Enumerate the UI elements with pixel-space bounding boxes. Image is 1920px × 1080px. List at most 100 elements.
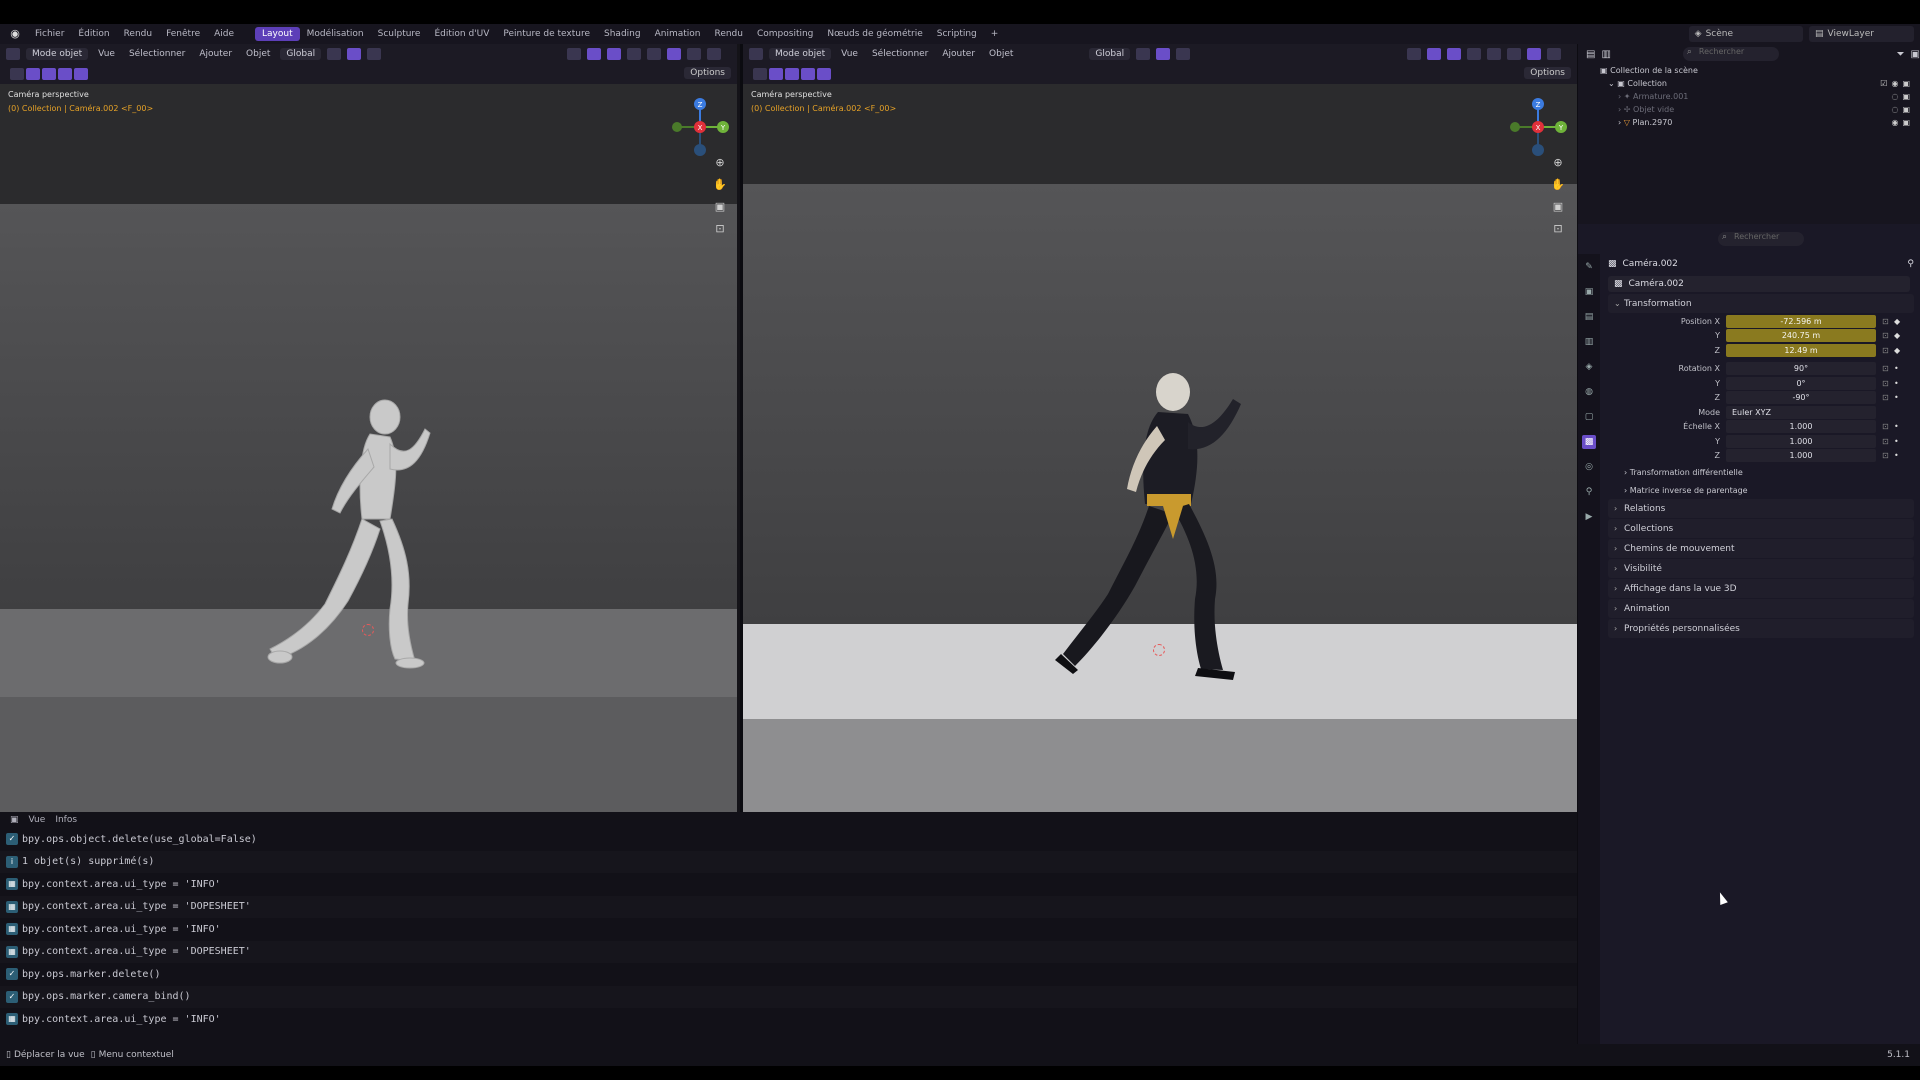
editor-type-icon[interactable] bbox=[6, 48, 20, 60]
outliner-item-armature[interactable]: › ✦ Armature.001 ◌ ▣ bbox=[1578, 90, 1920, 103]
log-line[interactable]: ▦ bpy.context.area.ui_type = 'INFO' bbox=[0, 873, 1577, 896]
pan-hand-icon[interactable]: ✋ bbox=[713, 178, 727, 192]
camera-icon[interactable]: ▣ bbox=[1902, 92, 1910, 101]
select-extend-icon[interactable] bbox=[785, 68, 799, 80]
position-x-field[interactable]: -72.596 m bbox=[1726, 314, 1876, 328]
navigation-gizmo[interactable]: Z Y X bbox=[665, 92, 735, 162]
lock-icon[interactable]: ⊡ bbox=[1882, 346, 1892, 355]
info-menu-view[interactable]: Vue bbox=[29, 815, 46, 825]
visibility-icon[interactable] bbox=[1407, 48, 1421, 60]
outliner-collection[interactable]: ⌄ ▣ Collection ☑ ◉ ▣ bbox=[1578, 77, 1920, 90]
menu-add[interactable]: Ajouter bbox=[938, 49, 979, 59]
workspace-tab-sculpting[interactable]: Sculpture bbox=[371, 27, 428, 41]
keyframe-icon[interactable]: ◆ bbox=[1894, 317, 1904, 326]
menu-view[interactable]: Vue bbox=[837, 49, 862, 59]
overlay-toggle-icon[interactable] bbox=[1447, 48, 1461, 60]
menu-file[interactable]: Fichier bbox=[28, 29, 71, 39]
lock-icon[interactable]: ⊡ bbox=[1882, 437, 1892, 446]
collection-tab-icon[interactable]: ▢ bbox=[1582, 410, 1596, 424]
log-line[interactable]: ✓ bpy.ops.marker.delete() bbox=[0, 963, 1577, 986]
scene-tab-icon[interactable]: ◈ bbox=[1582, 360, 1596, 374]
menu-select[interactable]: Sélectionner bbox=[868, 49, 932, 59]
keyframe-dot-icon[interactable]: • bbox=[1894, 422, 1904, 431]
panel-relations[interactable]: › Relations bbox=[1608, 499, 1914, 518]
outliner-item-empty[interactable]: › ✢ Objet vide ◌ ▣ bbox=[1578, 103, 1920, 116]
select-new-icon[interactable] bbox=[26, 68, 40, 80]
output-tab-icon[interactable]: ▤ bbox=[1582, 310, 1596, 324]
editor-type-icon[interactable]: ▣ bbox=[10, 815, 19, 825]
tool-tab-icon[interactable]: ✎ bbox=[1582, 260, 1596, 274]
orientation-dropdown[interactable]: Global bbox=[280, 48, 322, 60]
menu-help[interactable]: Aide bbox=[207, 29, 241, 39]
orientation-dropdown[interactable]: Global bbox=[1089, 48, 1131, 60]
workspace-tab-layout[interactable]: Layout bbox=[255, 27, 300, 41]
keyframe-icon[interactable]: ◆ bbox=[1894, 346, 1904, 355]
select-new-icon[interactable] bbox=[769, 68, 783, 80]
rotation-y-field[interactable]: 0° bbox=[1726, 376, 1876, 390]
panel-transformation[interactable]: ⌄ Transformation bbox=[1608, 294, 1914, 313]
scene-selector[interactable]: ◈ Scène bbox=[1688, 26, 1804, 42]
scale-x-field[interactable]: 1.000 bbox=[1726, 420, 1876, 434]
workspace-tab-texture-paint[interactable]: Peinture de texture bbox=[496, 27, 597, 41]
shading-render-icon[interactable] bbox=[707, 48, 721, 60]
select-extend-icon[interactable] bbox=[42, 68, 56, 80]
zoom-icon[interactable]: ⊕ bbox=[713, 156, 727, 170]
shading-wire-icon[interactable] bbox=[1487, 48, 1501, 60]
menu-object[interactable]: Objet bbox=[242, 49, 274, 59]
camera-icon[interactable]: ▣ bbox=[1902, 105, 1910, 114]
lock-icon[interactable]: ⊡ bbox=[1882, 451, 1892, 460]
options-dropdown[interactable]: Options bbox=[684, 67, 731, 79]
workspace-tab-geometry-nodes[interactable]: Nœuds de géométrie bbox=[820, 27, 929, 41]
lock-icon[interactable]: ⊡ bbox=[1882, 331, 1892, 340]
workspace-tab-uv-editing[interactable]: Édition d'UV bbox=[427, 27, 496, 41]
workspace-tab-rendering[interactable]: Rendu bbox=[707, 27, 750, 41]
sculpt-runner-figure[interactable] bbox=[230, 389, 460, 679]
visibility-icon[interactable] bbox=[567, 48, 581, 60]
workspace-tab-animation[interactable]: Animation bbox=[648, 27, 708, 41]
armored-runner-figure[interactable] bbox=[1023, 354, 1283, 694]
position-z-field[interactable]: 12.49 m bbox=[1726, 343, 1876, 357]
rotation-mode-dropdown[interactable]: Euler XYZ bbox=[1726, 405, 1876, 419]
proportional-edit-icon[interactable] bbox=[367, 48, 382, 60]
render-tab-icon[interactable]: ▣ bbox=[1582, 285, 1596, 299]
log-line[interactable]: ▦ bpy.context.area.ui_type = 'DOPESHEET' bbox=[0, 895, 1577, 918]
lock-icon[interactable]: ⊡ bbox=[1882, 422, 1892, 431]
lock-icon[interactable]: ⊡ bbox=[713, 222, 727, 236]
new-collection-icon[interactable]: ▣ bbox=[1911, 49, 1920, 60]
pivot-icon[interactable] bbox=[327, 48, 342, 60]
snap-icon[interactable] bbox=[347, 48, 362, 60]
eye-icon[interactable]: ◌ bbox=[1891, 105, 1898, 114]
menu-add[interactable]: Ajouter bbox=[195, 49, 236, 59]
select-subtract-icon[interactable] bbox=[58, 68, 72, 80]
outliner-scene-collection[interactable]: ▣ Collection de la scène bbox=[1578, 64, 1920, 77]
lock-icon[interactable]: ⊡ bbox=[1551, 222, 1565, 236]
camera-icon[interactable]: ▣ bbox=[1902, 118, 1910, 127]
menu-view[interactable]: Vue bbox=[94, 49, 119, 59]
camera-view-icon[interactable]: ▣ bbox=[713, 200, 727, 214]
properties-search-input[interactable]: Rechercher bbox=[1718, 232, 1804, 246]
menu-edit[interactable]: Édition bbox=[71, 29, 116, 39]
physics-tab-icon[interactable]: ◎ bbox=[1582, 460, 1596, 474]
pivot-icon[interactable] bbox=[1136, 48, 1151, 60]
select-subtract-icon[interactable] bbox=[801, 68, 815, 80]
lock-icon[interactable]: ⊡ bbox=[1882, 393, 1892, 402]
keyframe-dot-icon[interactable]: • bbox=[1894, 451, 1904, 460]
tool-select-icon[interactable] bbox=[753, 68, 767, 80]
camera-icon[interactable]: ▣ bbox=[1902, 79, 1910, 88]
navigation-gizmo[interactable]: Z Y X bbox=[1503, 92, 1573, 162]
editor-type-icon[interactable] bbox=[749, 48, 763, 60]
shading-wire-icon[interactable] bbox=[647, 48, 661, 60]
log-line[interactable]: i1 objet(s) supprimé(s) bbox=[0, 850, 1577, 873]
panel-motion-paths[interactable]: › Chemins de mouvement bbox=[1608, 539, 1914, 558]
keyframe-dot-icon[interactable]: • bbox=[1894, 393, 1904, 402]
scale-z-field[interactable]: 1.000 bbox=[1726, 449, 1876, 463]
view-layer-tab-icon[interactable]: ▥ bbox=[1582, 335, 1596, 349]
xray-icon[interactable] bbox=[1467, 48, 1481, 60]
lock-icon[interactable]: ⊡ bbox=[1882, 379, 1892, 388]
filter-icon[interactable]: ⏷ bbox=[1897, 49, 1905, 60]
log-line[interactable]: ▦ bpy.context.area.ui_type = 'INFO' bbox=[0, 918, 1577, 941]
tool-select-icon[interactable] bbox=[10, 68, 24, 80]
panel-collections[interactable]: › Collections bbox=[1608, 519, 1914, 538]
subpanel-delta-transform[interactable]: › Transformation différentielle bbox=[1608, 463, 1914, 481]
workspace-tab-compositing[interactable]: Compositing bbox=[750, 27, 820, 41]
